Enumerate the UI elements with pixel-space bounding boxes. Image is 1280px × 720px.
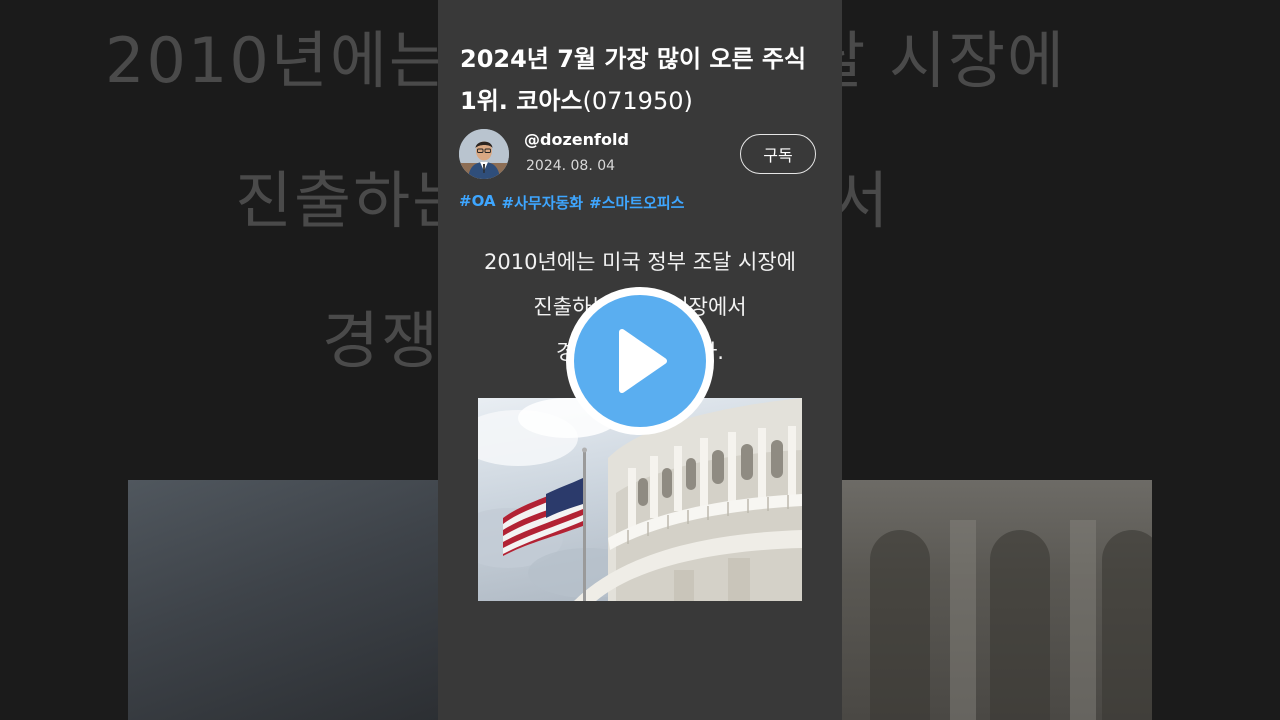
avatar[interactable]	[459, 129, 509, 179]
play-button[interactable]	[566, 287, 714, 435]
avatar-image	[459, 129, 509, 179]
channel-handle[interactable]: @dozenfold	[524, 130, 629, 149]
hashtag-smart-office[interactable]: #스마트오피스	[589, 192, 684, 213]
stock-code: (071950)	[582, 87, 693, 115]
subscribe-button[interactable]: 구독	[740, 134, 816, 174]
hashtag-list: #OA #사무자동화 #스마트오피스	[459, 192, 684, 213]
hashtag-office-automation[interactable]: #사무자동화	[502, 192, 584, 213]
background-photo-right	[840, 480, 1152, 720]
post-date: 2024. 08. 04	[526, 158, 616, 174]
play-button-inner	[574, 295, 706, 427]
caption-line-1: 2010년에는 미국 정부 조달 시장에	[484, 250, 796, 274]
video-title: 2024년 7월 가장 많이 오른 주식 1위. 코아스(071950)	[460, 38, 830, 122]
hashtag-oa[interactable]: #OA	[459, 192, 496, 213]
play-icon	[619, 329, 667, 393]
background-photo-left	[128, 480, 440, 720]
